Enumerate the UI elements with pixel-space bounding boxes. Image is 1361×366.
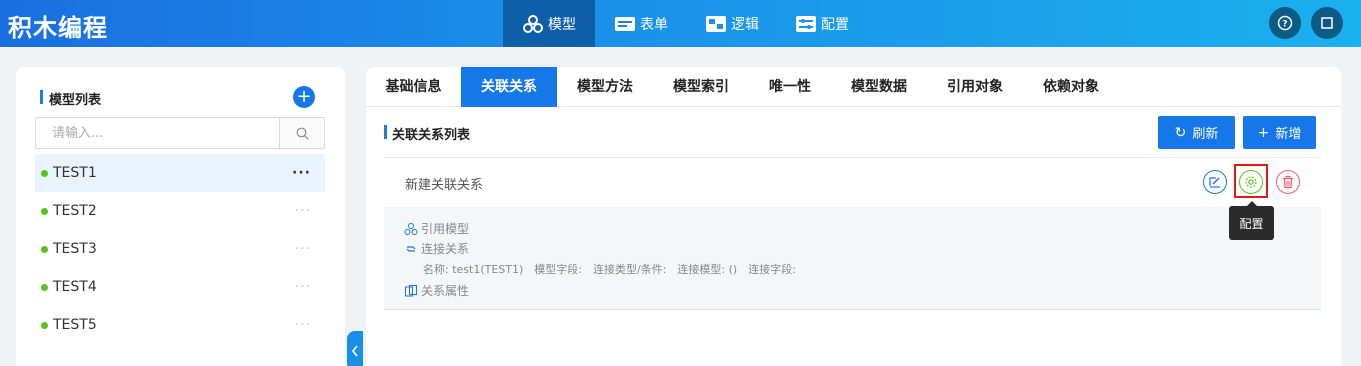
tab-dependencies[interactable]: 依赖对象 bbox=[1023, 67, 1119, 107]
config-highlight bbox=[1234, 164, 1268, 198]
form-icon bbox=[615, 16, 635, 31]
nav-item-logic[interactable]: 逻辑 bbox=[687, 0, 777, 47]
relation-name: 新建关联关系 bbox=[405, 178, 484, 193]
refresh-label: 刷新 bbox=[1192, 127, 1219, 142]
more-icon[interactable]: ··· bbox=[295, 192, 311, 230]
relation-detail: 引用模型 连接关系 名称: test1(TEST1) 模型字段: 连接类型/条件… bbox=[384, 207, 1321, 310]
model-item-label: TEST2 bbox=[53, 203, 97, 219]
edit-icon bbox=[1209, 177, 1220, 188]
model-item-test3[interactable]: TEST3 ··· bbox=[35, 230, 325, 268]
nav-label-config: 配置 bbox=[821, 16, 849, 33]
edit-button[interactable] bbox=[1203, 170, 1227, 194]
model-icon bbox=[523, 14, 543, 33]
tab-basic-info[interactable]: 基础信息 bbox=[366, 67, 461, 107]
field-connect-field: 连接字段: bbox=[748, 263, 796, 276]
add-relation-button[interactable]: + 新增 bbox=[1243, 116, 1316, 149]
help-button[interactable]: ? bbox=[1269, 7, 1301, 39]
status-dot bbox=[41, 284, 48, 291]
tab-uniqueness[interactable]: 唯一性 bbox=[749, 67, 831, 107]
nav-label-model: 模型 bbox=[548, 16, 576, 33]
collapse-sidebar-button[interactable] bbox=[347, 331, 363, 366]
model-list: TEST1 ··· TEST2 ··· TEST3 ··· TEST4 ··· … bbox=[35, 154, 325, 344]
app-title: 积木编程 bbox=[8, 14, 108, 42]
refresh-icon: ↻ bbox=[1174, 124, 1187, 141]
model-item-test2[interactable]: TEST2 ··· bbox=[35, 192, 325, 230]
config-icon bbox=[796, 15, 816, 32]
ref-model-row: 引用模型 bbox=[404, 220, 469, 237]
model-item-label: TEST3 bbox=[53, 241, 97, 257]
ref-model-icon bbox=[404, 222, 418, 235]
add-label: 新增 bbox=[1275, 127, 1302, 142]
main-nav: 模型 表单 逻辑 配置 bbox=[503, 0, 867, 47]
top-bar: 积木编程 模型 表单 逻辑 配置 ? bbox=[0, 0, 1361, 47]
search-box bbox=[35, 117, 325, 149]
more-icon[interactable]: ··· bbox=[295, 306, 311, 344]
model-item-test5[interactable]: TEST5 ··· bbox=[35, 306, 325, 344]
nav-item-form[interactable]: 表单 bbox=[595, 0, 687, 47]
props-row: 关系属性 bbox=[404, 282, 469, 299]
nav-label-form: 表单 bbox=[640, 16, 668, 33]
chevron-left-icon bbox=[351, 345, 358, 357]
more-icon[interactable]: ··· bbox=[292, 154, 311, 192]
fullscreen-button[interactable] bbox=[1311, 7, 1343, 39]
main-panel: 基础信息 关联关系 模型方法 模型索引 唯一性 模型数据 引用对象 依赖对象 关… bbox=[366, 67, 1341, 366]
svg-text:?: ? bbox=[1282, 20, 1287, 30]
model-list-panel: 模型列表 + TEST1 ··· TEST2 ··· TEST3 ··· TES… bbox=[16, 67, 345, 366]
model-item-test1[interactable]: TEST1 ··· bbox=[35, 154, 325, 192]
search-button[interactable] bbox=[279, 118, 324, 148]
model-list-title: 模型列表 bbox=[40, 89, 101, 108]
tab-indexes[interactable]: 模型索引 bbox=[653, 67, 749, 107]
trash-icon bbox=[1283, 176, 1293, 189]
connect-label: 连接关系 bbox=[421, 242, 470, 256]
tab-model-data[interactable]: 模型数据 bbox=[831, 67, 927, 107]
divider bbox=[384, 157, 1321, 158]
nav-item-config[interactable]: 配置 bbox=[777, 0, 867, 47]
refresh-button[interactable]: ↻ 刷新 bbox=[1158, 116, 1235, 149]
props-label: 关系属性 bbox=[421, 284, 470, 298]
relation-fields: 名称: test1(TEST1) 模型字段: 连接类型/条件: 连接模型: ()… bbox=[423, 261, 807, 277]
copy-icon bbox=[405, 284, 417, 296]
field-model-field: 模型字段: bbox=[534, 263, 582, 276]
plus-icon: + bbox=[1257, 124, 1270, 141]
tab-referenced-by[interactable]: 引用对象 bbox=[927, 67, 1023, 107]
logic-icon bbox=[706, 15, 726, 32]
help-icon: ? bbox=[1277, 15, 1293, 31]
status-dot bbox=[41, 322, 48, 329]
fullscreen-icon bbox=[1321, 17, 1333, 29]
status-dot bbox=[41, 170, 48, 177]
status-dot bbox=[41, 246, 48, 253]
field-connect-type: 连接类型/条件: bbox=[593, 263, 667, 276]
field-name: 名称: test1(TEST1) bbox=[423, 263, 524, 276]
section-title: 关联关系列表 bbox=[384, 124, 470, 143]
field-connect-model: 连接模型: () bbox=[677, 263, 738, 276]
nav-label-logic: 逻辑 bbox=[731, 16, 759, 33]
config-tooltip: 配置 bbox=[1229, 201, 1274, 240]
model-item-label: TEST5 bbox=[53, 317, 97, 333]
search-icon bbox=[296, 127, 308, 139]
model-item-label: TEST1 bbox=[53, 165, 97, 181]
nav-item-model[interactable]: 模型 bbox=[503, 0, 595, 47]
status-dot bbox=[41, 208, 48, 215]
add-model-button[interactable]: + bbox=[293, 86, 315, 108]
tab-bar: 基础信息 关联关系 模型方法 模型索引 唯一性 模型数据 引用对象 依赖对象 bbox=[366, 67, 1341, 107]
tab-relations[interactable]: 关联关系 bbox=[461, 67, 557, 107]
search-input[interactable] bbox=[36, 118, 279, 148]
model-item-test4[interactable]: TEST4 ··· bbox=[35, 268, 325, 306]
model-item-label: TEST4 bbox=[53, 279, 97, 295]
more-icon[interactable]: ··· bbox=[295, 230, 311, 268]
more-icon[interactable]: ··· bbox=[295, 268, 311, 306]
delete-button[interactable] bbox=[1276, 170, 1300, 194]
link-icon bbox=[406, 245, 416, 252]
tab-methods[interactable]: 模型方法 bbox=[557, 67, 653, 107]
ref-model-label: 引用模型 bbox=[421, 222, 470, 236]
connect-row: 连接关系 bbox=[404, 240, 469, 257]
